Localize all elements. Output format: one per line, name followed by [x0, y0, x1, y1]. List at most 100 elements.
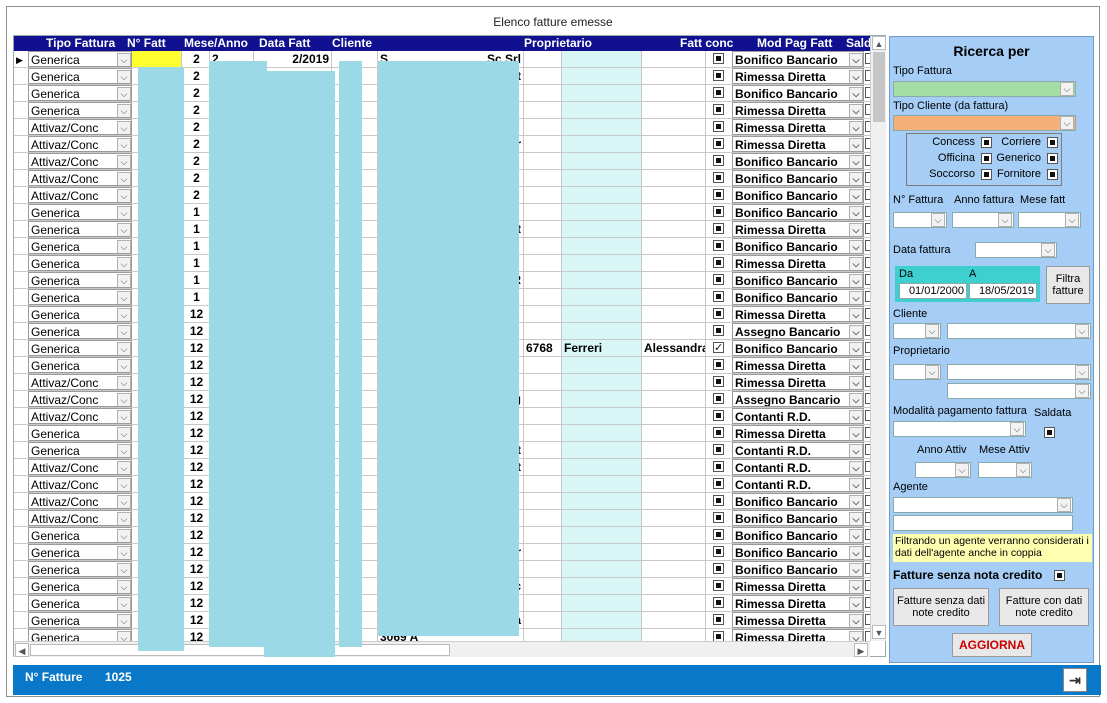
chevron-down-icon[interactable]: ⌵: [849, 342, 863, 355]
chevron-down-icon[interactable]: ⌵: [1075, 384, 1089, 398]
chevron-down-icon[interactable]: ⌵: [849, 87, 863, 100]
tipo-fattura-cell[interactable]: Attivaz/Conc ⌵: [28, 476, 132, 492]
anno-attiv-select[interactable]: ⌵: [915, 462, 971, 478]
mod-pag-cell[interactable]: Rimessa Diretta ⌵: [732, 357, 864, 373]
tipo-fattura-cell[interactable]: Generica ⌵: [28, 238, 132, 254]
fatt-conc-checkbox[interactable]: [713, 563, 724, 574]
chevron-down-icon[interactable]: ⌵: [849, 529, 863, 542]
mod-pag-cell[interactable]: Rimessa Diretta ⌵: [732, 119, 864, 135]
chevron-down-icon[interactable]: ⌵: [849, 291, 863, 304]
column-header-6[interactable]: Fatt conc: [680, 36, 733, 51]
chevron-down-icon[interactable]: ⌵: [117, 580, 131, 593]
chevron-down-icon[interactable]: ⌵: [849, 580, 863, 593]
mod-pag-cell[interactable]: Bonifico Bancario ⌵: [732, 561, 864, 577]
fatt-conc-checkbox[interactable]: [713, 206, 724, 217]
tipo-fattura-cell[interactable]: Attivaz/Conc ⌵: [28, 187, 132, 203]
cliente-name-select[interactable]: ⌵: [947, 323, 1091, 339]
chevron-down-icon[interactable]: ⌵: [1075, 324, 1089, 338]
fatt-conc-checkbox[interactable]: [713, 240, 724, 251]
row-selector[interactable]: [14, 595, 28, 611]
mese-attiv-select[interactable]: ⌵: [978, 462, 1032, 478]
tipo-fattura-cell[interactable]: Generica ⌵: [28, 272, 132, 288]
chevron-down-icon[interactable]: ⌵: [849, 631, 863, 641]
chevron-down-icon[interactable]: ⌵: [1060, 116, 1074, 130]
chevron-down-icon[interactable]: ⌵: [849, 138, 863, 151]
mod-pag-cell[interactable]: Contanti R.D. ⌵: [732, 476, 864, 492]
tipo-fattura-cell[interactable]: Generica ⌵: [28, 306, 132, 322]
chevron-down-icon[interactable]: ⌵: [849, 563, 863, 576]
chevron-down-icon[interactable]: ⌵: [117, 478, 131, 491]
chevron-down-icon[interactable]: ⌵: [849, 376, 863, 389]
row-selector[interactable]: [14, 323, 28, 339]
row-selector[interactable]: [14, 136, 28, 152]
check-fornitore[interactable]: [1047, 169, 1058, 180]
chevron-down-icon[interactable]: ⌵: [117, 563, 131, 576]
chevron-down-icon[interactable]: ⌵: [117, 104, 131, 117]
tipo-fattura-cell[interactable]: Generica ⌵: [28, 527, 132, 543]
fatt-conc-checkbox[interactable]: [713, 512, 724, 523]
filtra-fatture-button[interactable]: Filtra fatture: [1046, 266, 1090, 304]
tipo-fattura-cell[interactable]: Generica ⌵: [28, 289, 132, 305]
fatt-conc-checkbox[interactable]: [713, 597, 724, 608]
tipo-fattura-select[interactable]: ⌵: [893, 81, 1076, 97]
proprietario-name-select[interactable]: ⌵: [947, 364, 1091, 380]
row-selector[interactable]: ▶: [14, 51, 28, 67]
mod-pag-cell[interactable]: Bonifico Bancario ⌵: [732, 153, 864, 169]
tipo-fattura-cell[interactable]: Generica ⌵: [28, 595, 132, 611]
chevron-down-icon[interactable]: ⌵: [849, 308, 863, 321]
column-header-0[interactable]: Tipo Fattura: [46, 36, 115, 51]
fatture-con-button[interactable]: Fatture con dati note credito: [999, 588, 1089, 626]
fatt-conc-checkbox[interactable]: [713, 410, 724, 421]
chevron-down-icon[interactable]: ⌵: [1041, 243, 1055, 257]
chevron-down-icon[interactable]: ⌵: [117, 138, 131, 151]
row-selector[interactable]: [14, 340, 28, 356]
agente-select[interactable]: ⌵: [893, 497, 1073, 513]
chevron-down-icon[interactable]: ⌵: [117, 614, 131, 627]
chevron-down-icon[interactable]: ⌵: [849, 70, 863, 83]
chevron-down-icon[interactable]: ⌵: [117, 444, 131, 457]
mod-pag-cell[interactable]: Assegno Bancario ⌵: [732, 323, 864, 339]
tipo-fattura-cell[interactable]: Attivaz/Conc ⌵: [28, 459, 132, 475]
scroll-right-icon[interactable]: ▶: [854, 643, 868, 657]
scroll-up-icon[interactable]: ▲: [872, 36, 886, 50]
fatt-conc-checkbox[interactable]: [713, 427, 724, 438]
mod-pag-cell[interactable]: Assegno Bancario ⌵: [732, 391, 864, 407]
chevron-down-icon[interactable]: ⌵: [955, 463, 969, 477]
fatt-conc-checkbox[interactable]: [713, 291, 724, 302]
check-soccorso[interactable]: [981, 169, 992, 180]
chevron-down-icon[interactable]: ⌵: [117, 172, 131, 185]
scroll-left-icon[interactable]: ◀: [15, 643, 29, 657]
chevron-down-icon[interactable]: ⌵: [849, 240, 863, 253]
chevron-down-icon[interactable]: ⌵: [849, 189, 863, 202]
chevron-down-icon[interactable]: ⌵: [117, 257, 131, 270]
date-to-input[interactable]: 18/05/2019: [969, 283, 1037, 299]
fatt-conc-checkbox[interactable]: [713, 138, 724, 149]
vertical-scroll-thumb[interactable]: [873, 52, 885, 122]
row-selector[interactable]: [14, 102, 28, 118]
row-selector[interactable]: [14, 493, 28, 509]
modalita-select[interactable]: ⌵: [893, 421, 1026, 437]
tipo-fattura-cell[interactable]: Attivaz/Conc ⌵: [28, 170, 132, 186]
fatture-senza-button[interactable]: Fatture senza dati note credito: [893, 588, 989, 626]
chevron-down-icon[interactable]: ⌵: [849, 257, 863, 270]
row-selector[interactable]: [14, 68, 28, 84]
tipo-fattura-cell[interactable]: Generica ⌵: [28, 629, 132, 641]
mod-pag-cell[interactable]: Rimessa Diretta ⌵: [732, 425, 864, 441]
row-selector[interactable]: [14, 510, 28, 526]
fatt-conc-checkbox[interactable]: [713, 529, 724, 540]
fatt-conc-checkbox[interactable]: [713, 87, 724, 98]
fatt-conc-checkbox[interactable]: [713, 172, 724, 183]
mod-pag-cell[interactable]: Contanti R.D. ⌵: [732, 442, 864, 458]
chevron-down-icon[interactable]: ⌵: [117, 631, 131, 641]
chevron-down-icon[interactable]: ⌵: [1075, 365, 1089, 379]
cliente-code-select[interactable]: ⌵: [893, 323, 941, 339]
mod-pag-cell[interactable]: Bonifico Bancario ⌵: [732, 204, 864, 220]
row-selector[interactable]: [14, 527, 28, 543]
fatt-conc-checkbox[interactable]: [713, 155, 724, 166]
mod-pag-cell[interactable]: Rimessa Diretta ⌵: [732, 102, 864, 118]
chevron-down-icon[interactable]: ⌵: [117, 291, 131, 304]
tipo-fattura-cell[interactable]: Generica ⌵: [28, 340, 132, 356]
chevron-down-icon[interactable]: ⌵: [1010, 422, 1024, 436]
fatt-conc-checkbox[interactable]: [713, 376, 724, 387]
chevron-down-icon[interactable]: ⌵: [117, 495, 131, 508]
